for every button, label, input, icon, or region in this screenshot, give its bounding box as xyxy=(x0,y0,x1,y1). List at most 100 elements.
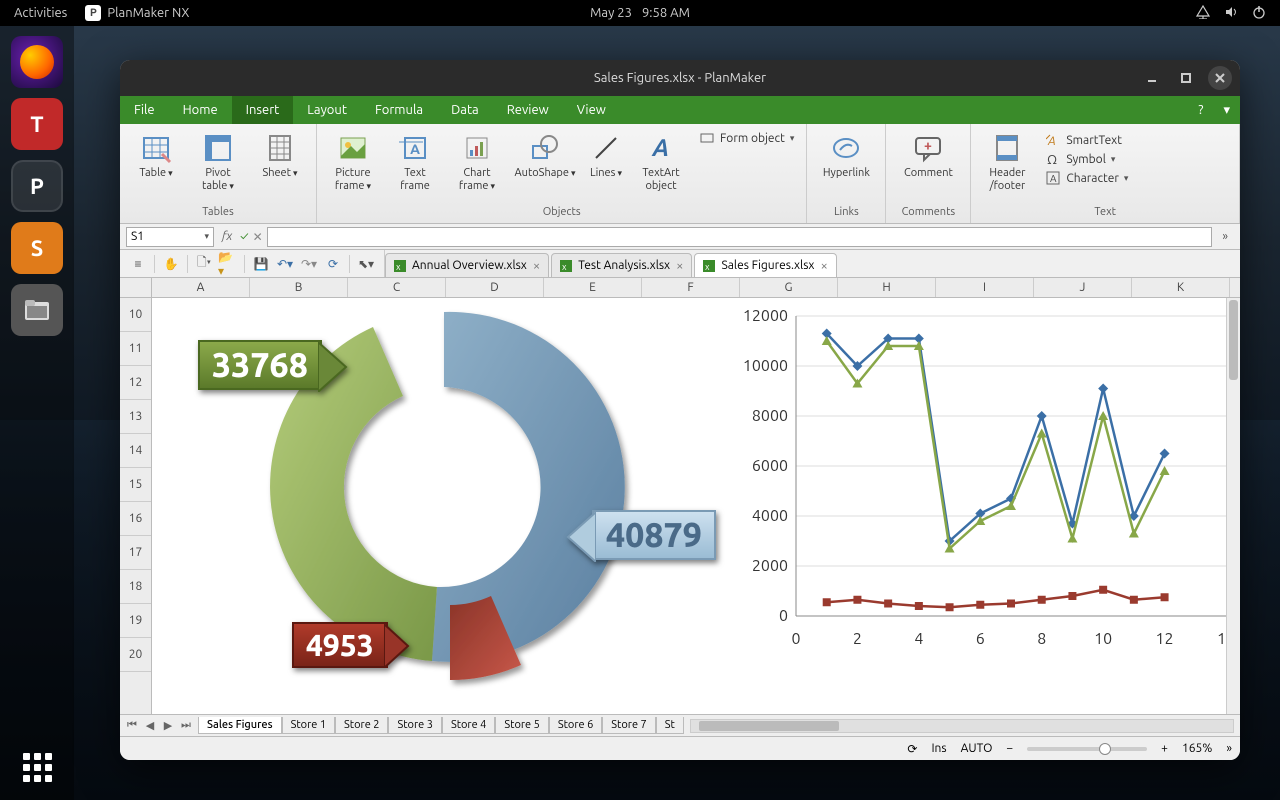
new-file-icon[interactable]: 🗋▾ xyxy=(194,254,214,274)
close-tab-icon[interactable]: × xyxy=(820,259,827,273)
menu-review[interactable]: Review xyxy=(493,96,563,124)
activities-button[interactable]: Activities xyxy=(14,6,67,20)
zoom-slider[interactable] xyxy=(1027,747,1147,751)
save-icon[interactable]: 💾 xyxy=(251,254,271,274)
zoom-value[interactable]: 165% xyxy=(1182,742,1212,755)
menu-view[interactable]: View xyxy=(563,96,620,124)
menu-home[interactable]: Home xyxy=(169,96,232,124)
insert-mode[interactable]: Ins xyxy=(931,742,946,755)
row-header[interactable]: 17 xyxy=(120,536,151,570)
symbol-button[interactable]: Ω Symbol xyxy=(1045,151,1128,167)
menu-formula[interactable]: Formula xyxy=(361,96,437,124)
cursor-icon[interactable]: ⬉▾ xyxy=(356,254,376,274)
smarttext-button[interactable]: A SmartText xyxy=(1045,132,1128,148)
insert-sheet-button[interactable]: Sheet xyxy=(250,128,310,205)
col-header-K[interactable]: K xyxy=(1132,278,1230,297)
open-file-icon[interactable]: 📂▾ xyxy=(218,254,238,274)
insert-table-button[interactable]: Table xyxy=(126,128,186,205)
text-frame-button[interactable]: A Text frame xyxy=(385,128,445,205)
donut-chart[interactable]: 33768 40879 4953 xyxy=(204,292,644,692)
line-chart[interactable]: 02000400060008000100001200002468101214 xyxy=(726,306,1240,656)
refresh-icon[interactable]: ⟳ xyxy=(323,254,343,274)
fx-icon[interactable]: fx xyxy=(218,230,236,243)
cells-area[interactable]: 33768 40879 4953 xyxy=(152,298,1240,714)
sheet-tab-store2[interactable]: Store 2 xyxy=(335,717,388,734)
col-header-F[interactable]: F xyxy=(642,278,740,297)
character-button[interactable]: A Character xyxy=(1045,170,1128,186)
network-icon[interactable] xyxy=(1196,5,1210,22)
vertical-scrollbar[interactable] xyxy=(1226,298,1240,714)
menu-file[interactable]: File xyxy=(120,96,169,124)
power-icon[interactable] xyxy=(1252,5,1266,22)
close-button[interactable] xyxy=(1208,66,1232,90)
window-titlebar[interactable]: Sales Figures.xlsx - PlanMaker xyxy=(120,60,1240,96)
row-header[interactable]: 18 xyxy=(120,570,151,604)
horizontal-scrollbar[interactable] xyxy=(690,719,1234,733)
undo-icon[interactable]: ↶▾ xyxy=(275,254,295,274)
comment-button[interactable]: + Comment xyxy=(892,128,964,205)
sheet-tab-store1[interactable]: Store 1 xyxy=(282,717,335,734)
row-header[interactable]: 16 xyxy=(120,502,151,536)
sheet-tab-sales-figures[interactable]: Sales Figures xyxy=(198,717,282,734)
menu-data[interactable]: Data xyxy=(437,96,493,124)
close-tab-icon[interactable]: × xyxy=(676,259,683,273)
sheet-tab-store5[interactable]: Store 5 xyxy=(495,717,548,734)
sheet-tab-store7[interactable]: Store 7 xyxy=(602,717,655,734)
col-header-G[interactable]: G xyxy=(740,278,838,297)
col-header-J[interactable]: J xyxy=(1034,278,1132,297)
row-header[interactable]: 11 xyxy=(120,332,151,366)
sheet-nav-prev[interactable]: ◀ xyxy=(142,719,158,732)
doc-tab-sales-figures[interactable]: x Sales Figures.xlsx × xyxy=(694,253,836,277)
accept-icon[interactable]: ✓ xyxy=(240,230,248,243)
calc-mode[interactable]: AUTO xyxy=(961,742,993,755)
textart-button[interactable]: A TextArt object xyxy=(631,128,691,205)
dock-planmaker[interactable]: P xyxy=(11,160,63,212)
menu-layout[interactable]: Layout xyxy=(293,96,361,124)
redo-icon[interactable]: ↷▾ xyxy=(299,254,319,274)
hyperlink-button[interactable]: Hyperlink xyxy=(813,128,879,205)
autoshape-button[interactable]: AutoShape xyxy=(509,128,581,205)
minimize-button[interactable] xyxy=(1140,66,1164,90)
insert-pivot-button[interactable]: Pivot table xyxy=(188,128,248,205)
sync-icon[interactable]: ⟳ xyxy=(907,742,917,756)
form-object-button[interactable]: Form object xyxy=(699,130,794,146)
zoom-in-icon[interactable]: + xyxy=(1161,742,1168,755)
app-indicator[interactable]: P PlanMaker NX xyxy=(85,5,189,21)
hand-tool-icon[interactable]: ✋ xyxy=(161,254,181,274)
doc-tab-annual-overview[interactable]: x Annual Overview.xlsx × xyxy=(385,253,549,277)
picture-frame-button[interactable]: Picture frame xyxy=(323,128,383,205)
maximize-button[interactable] xyxy=(1174,66,1198,90)
volume-icon[interactable] xyxy=(1224,5,1238,22)
row-header[interactable]: 13 xyxy=(120,400,151,434)
formula-expand-icon[interactable]: » xyxy=(1216,230,1234,243)
header-footer-button[interactable]: Header /footer xyxy=(977,128,1037,205)
status-expand-icon[interactable]: » xyxy=(1226,742,1232,755)
col-header-I[interactable]: I xyxy=(936,278,1034,297)
doc-tab-test-analysis[interactable]: x Test Analysis.xlsx × xyxy=(551,253,692,277)
formula-input[interactable] xyxy=(267,227,1213,247)
dock-firefox[interactable] xyxy=(11,36,63,88)
sheet-tab-store4[interactable]: Store 4 xyxy=(442,717,495,734)
sheet-tab-overflow[interactable]: St xyxy=(656,717,684,734)
cell-reference-box[interactable]: S1 xyxy=(126,227,214,247)
sheet-nav-first[interactable]: ⏮ xyxy=(124,719,140,732)
row-header[interactable]: 20 xyxy=(120,638,151,672)
sheet-tab-store3[interactable]: Store 3 xyxy=(388,717,441,734)
dock-textmaker[interactable]: T xyxy=(11,98,63,150)
sheet-nav-last[interactable]: ⏭ xyxy=(178,719,194,732)
zoom-out-icon[interactable]: − xyxy=(1006,742,1013,755)
clock[interactable]: May 23 9:58 AM xyxy=(590,6,690,20)
dock-show-apps[interactable] xyxy=(0,753,74,782)
align-icon[interactable]: ≡ xyxy=(128,254,148,274)
dock-presentations[interactable]: S xyxy=(11,222,63,274)
chart-frame-button[interactable]: Chart frame xyxy=(447,128,507,205)
cancel-icon[interactable]: ✕ xyxy=(253,230,263,244)
menu-insert[interactable]: Insert xyxy=(232,96,294,124)
row-header[interactable]: 14 xyxy=(120,434,151,468)
row-header[interactable]: 10 xyxy=(120,298,151,332)
close-tab-icon[interactable]: × xyxy=(533,259,540,273)
row-header[interactable]: 19 xyxy=(120,604,151,638)
sheet-nav-next[interactable]: ▶ xyxy=(160,719,176,732)
col-header-H[interactable]: H xyxy=(838,278,936,297)
lines-button[interactable]: Lines xyxy=(583,128,629,205)
